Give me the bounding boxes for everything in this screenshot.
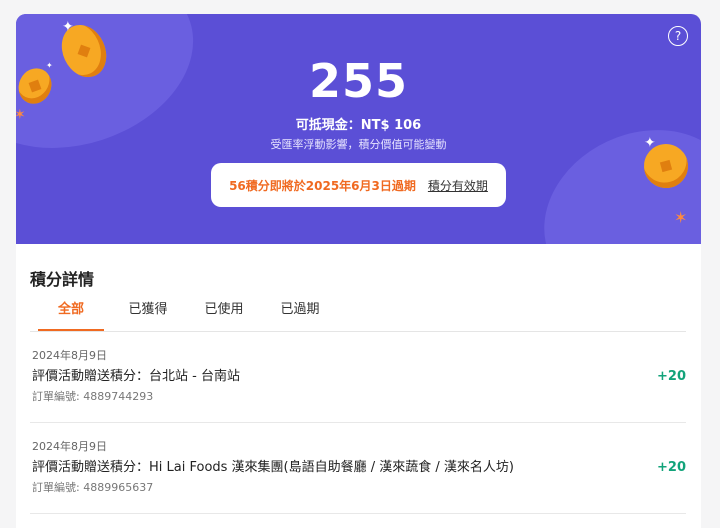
cash-value: 可抵現金：NT$ 106 (295, 118, 422, 133)
tab-used[interactable]: 已使用 (192, 294, 256, 329)
expiry-warning: 56積分即將於2025年6月3日過期 (229, 178, 416, 193)
filter-tabs: 全部 已獲得 已使用 已過期 (30, 294, 686, 332)
entry-order-number: 訂單編號: 4889744293 (32, 390, 154, 403)
points-balance: 255 (308, 54, 409, 108)
sparkle-icon: ✦ (62, 19, 74, 35)
tab-all[interactable]: 全部 (38, 294, 104, 331)
entry-date: 2024年8月9日 (32, 349, 107, 362)
entry-points: +20 (657, 369, 686, 384)
help-icon[interactable]: ? (668, 26, 688, 46)
validity-link[interactable]: 積分有效期 (428, 177, 488, 194)
section-title: 積分詳情 (30, 270, 95, 289)
tab-earned[interactable]: 已獲得 (116, 294, 180, 329)
sparkle-icon: ✶ (674, 208, 688, 227)
entry-date: 2024年8月9日 (32, 440, 107, 453)
entry-points: +20 (657, 460, 686, 475)
points-details-card: 積分詳情 全部 已獲得 已使用 已過期 2024年8月9日 評價活動贈送積分：台… (16, 244, 701, 528)
entry-order-number: 訂單編號: 4889965637 (32, 481, 154, 494)
list-item: 2024年8月9日 評價活動贈送積分：Hi Lai Foods 漢來集團(島語自… (30, 423, 686, 514)
list-item: 2024年8月9日 評價活動贈送積分：台北站 - 台南站 訂單編號: 48897… (30, 332, 686, 423)
entry-description: 評價活動贈送積分：Hi Lai Foods 漢來集團(島語自助餐廳 / 漢來蔬食… (32, 460, 514, 475)
points-summary-banner: ✦ ✦ ✶ ✦ ✶ ? 255 可抵現金：NT$ 106 受匯率浮動影響，積分價… (16, 14, 701, 244)
expiry-notice: 56積分即將於2025年6月3日過期 積分有效期 (211, 163, 506, 207)
entry-description: 評價活動贈送積分：台北站 - 台南站 (32, 369, 240, 384)
tab-expired[interactable]: 已過期 (268, 294, 332, 329)
fluctuation-note: 受匯率浮動影響，積分價值可能變動 (270, 138, 447, 151)
